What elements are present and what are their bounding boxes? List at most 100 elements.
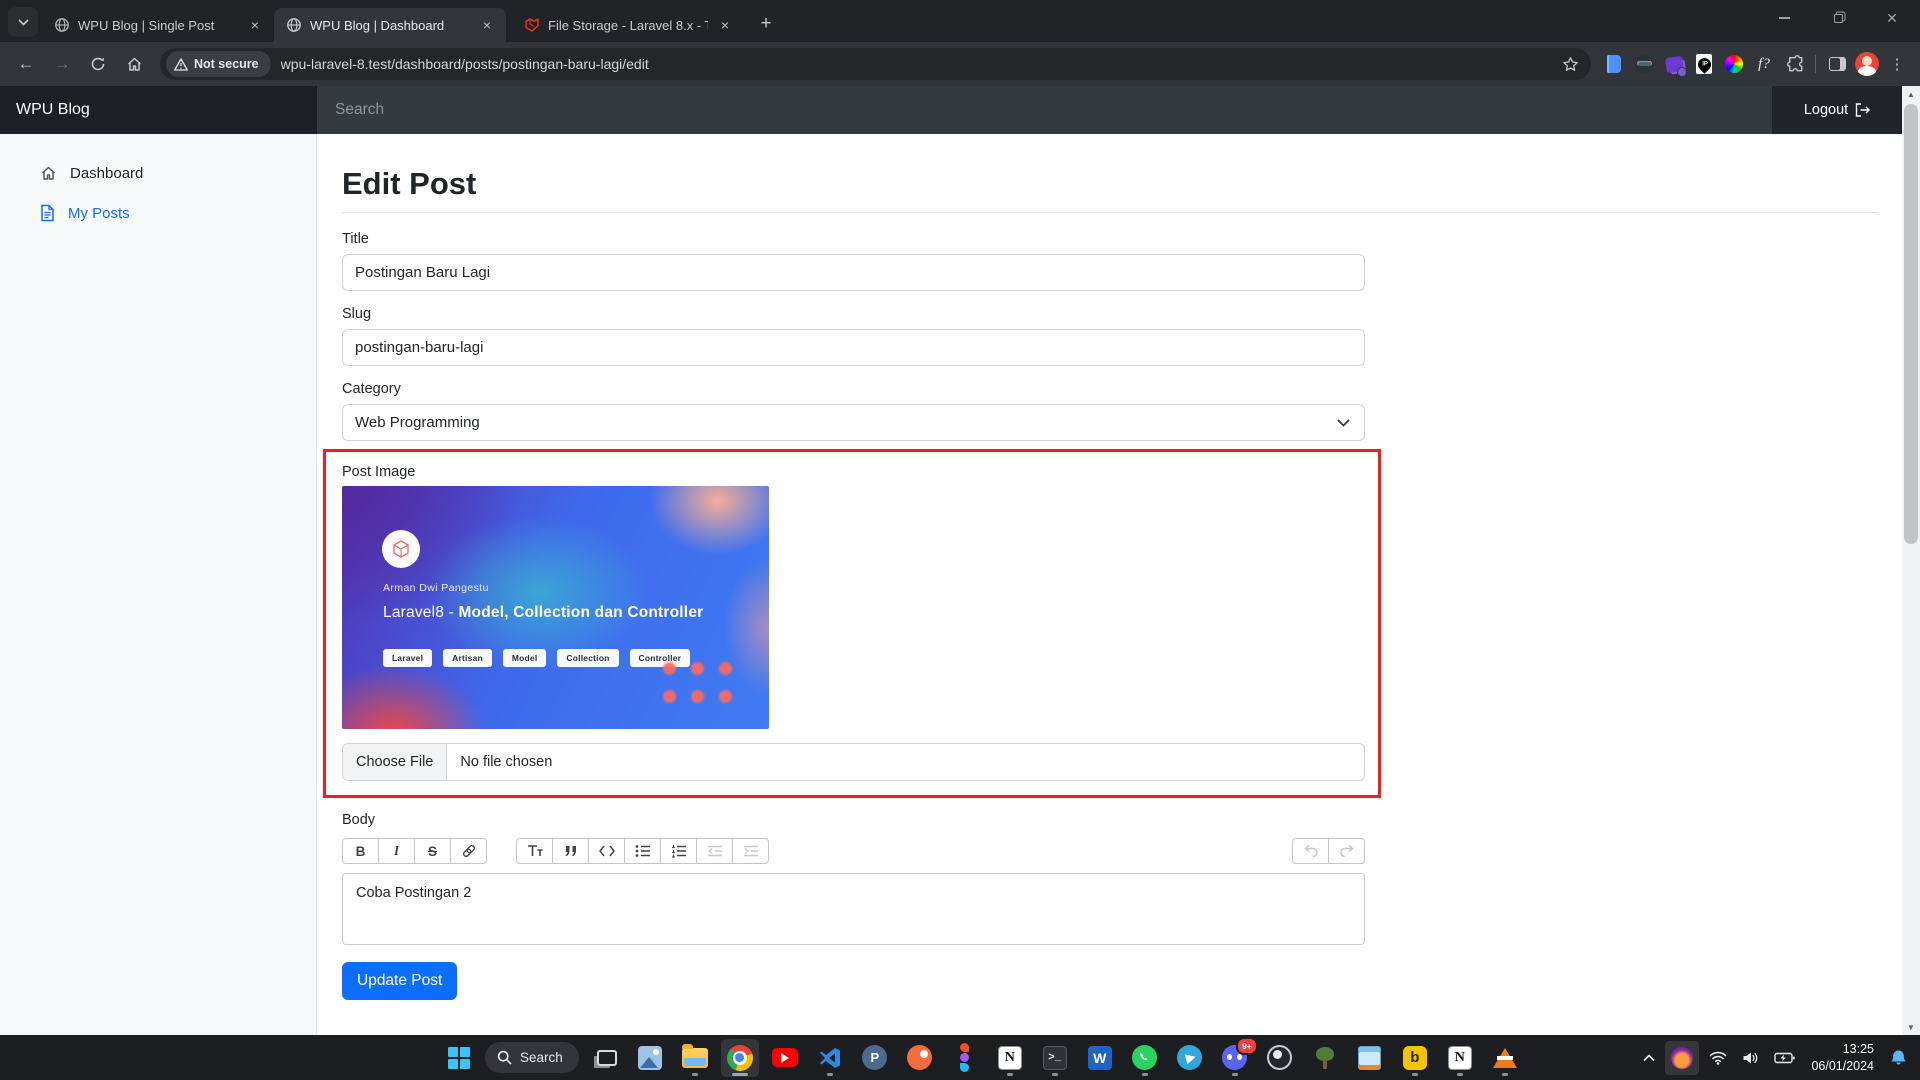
chevron-down-icon: [18, 19, 29, 26]
extension-color-wheel-button[interactable]: [1721, 51, 1747, 77]
new-tab-button[interactable]: +: [752, 10, 780, 38]
bullet-list-button[interactable]: [624, 838, 661, 864]
notepad-plus-button[interactable]: [1351, 1039, 1389, 1077]
tray-flame-app-button[interactable]: [1665, 1041, 1699, 1075]
taskbar-search-label: Search: [520, 1050, 563, 1065]
extension-spy-button[interactable]: [1631, 51, 1657, 77]
heading-button[interactable]: [516, 838, 553, 864]
sidebar-item-dashboard[interactable]: Dashboard: [0, 154, 316, 193]
window-minimize-button[interactable]: [1766, 4, 1802, 32]
battery-button[interactable]: [1769, 1041, 1800, 1075]
undo-button[interactable]: [1292, 838, 1329, 864]
extension-purple-boxes-button[interactable]: [1661, 51, 1687, 77]
tray-clock[interactable]: 13:25 06/01/2024: [1805, 1041, 1880, 1074]
window-close-button[interactable]: ✕: [1874, 4, 1910, 32]
photos-app-button[interactable]: [631, 1039, 669, 1077]
toolbar-divider: [1815, 55, 1816, 73]
vlc-button[interactable]: [1486, 1039, 1524, 1077]
bookmark-star-button[interactable]: [1562, 56, 1579, 73]
redo-button[interactable]: [1328, 838, 1365, 864]
chrome-button[interactable]: [721, 1039, 759, 1077]
telegram-button[interactable]: [1171, 1039, 1209, 1077]
link-button[interactable]: [450, 838, 487, 864]
slug-input[interactable]: [342, 329, 1365, 366]
tab-laravel-docs[interactable]: File Storage - Laravel 8.x - The P ×: [512, 8, 744, 42]
tab-close-icon[interactable]: ×: [478, 16, 496, 34]
code-button[interactable]: [588, 838, 625, 864]
search-input[interactable]: [335, 101, 735, 119]
quote-button[interactable]: [552, 838, 589, 864]
word-icon: W: [1088, 1046, 1112, 1070]
photos-icon: [638, 1046, 662, 1070]
address-bar[interactable]: Not secure wpu-laravel-8.test/dashboard/…: [160, 48, 1591, 80]
notion-second-button[interactable]: N: [1441, 1039, 1479, 1077]
profile-avatar-button[interactable]: [1854, 51, 1880, 77]
word-button[interactable]: W: [1081, 1039, 1119, 1077]
postman-button[interactable]: [901, 1039, 939, 1077]
globe-favicon-icon: [54, 17, 70, 33]
tray-overflow-button[interactable]: [1638, 1041, 1660, 1075]
scroll-up-arrow[interactable]: ▲: [1902, 86, 1920, 102]
security-chip[interactable]: Not secure: [166, 51, 271, 77]
wifi-button[interactable]: [1704, 1041, 1732, 1075]
extension-docs-button[interactable]: [1601, 51, 1627, 77]
volume-button[interactable]: [1737, 1041, 1764, 1075]
extension-whatfont-button[interactable]: f?: [1751, 51, 1777, 77]
tab-single-post[interactable]: WPU Blog | Single Post ×: [42, 8, 274, 42]
tab-close-icon[interactable]: ×: [246, 16, 264, 34]
tab-search-button[interactable]: [8, 7, 38, 37]
extension-ip-locator-button[interactable]: IP: [1691, 51, 1717, 77]
window-restore-button[interactable]: [1820, 4, 1856, 32]
strikethrough-button[interactable]: S: [414, 838, 451, 864]
byellow-app-button[interactable]: b: [1396, 1039, 1434, 1077]
bold-button[interactable]: B: [342, 838, 379, 864]
url-text[interactable]: wpu-laravel-8.test/dashboard/posts/posti…: [281, 56, 1562, 72]
image-file-input[interactable]: Choose File No file chosen: [342, 743, 1365, 781]
page-scrollbar[interactable]: ▲ ▼: [1902, 86, 1920, 1035]
battery-charging-icon: [1774, 1052, 1795, 1064]
back-button[interactable]: ←: [10, 48, 42, 80]
tree-app-button[interactable]: [1306, 1039, 1344, 1077]
italic-button[interactable]: I: [378, 838, 415, 864]
forward-button[interactable]: →: [46, 48, 78, 80]
update-post-button[interactable]: Update Post: [342, 962, 457, 1000]
home-button[interactable]: [118, 48, 150, 80]
file-explorer-button[interactable]: [676, 1039, 714, 1077]
avatar: [1855, 52, 1879, 76]
discord-notification-badge: 9+: [1236, 1037, 1258, 1055]
title-input[interactable]: [342, 254, 1365, 291]
discord-button[interactable]: 9+: [1216, 1039, 1254, 1077]
side-panel-button[interactable]: [1824, 51, 1850, 77]
indent-button[interactable]: [732, 838, 769, 864]
whatsapp-button[interactable]: [1126, 1039, 1164, 1077]
taskbar-search[interactable]: Search: [485, 1042, 579, 1073]
terminal-button[interactable]: >_: [1036, 1039, 1074, 1077]
youtube-button[interactable]: [766, 1039, 804, 1077]
brand[interactable]: WPU Blog: [0, 86, 317, 134]
figma-button[interactable]: [946, 1039, 984, 1077]
notion-icon: N: [1448, 1046, 1472, 1070]
browser-menu-button[interactable]: ⋮: [1884, 51, 1910, 77]
navbar-search: [317, 86, 735, 134]
notion-button[interactable]: N: [991, 1039, 1029, 1077]
task-view-button[interactable]: [586, 1039, 624, 1077]
scrollbar-thumb[interactable]: [1904, 104, 1918, 544]
logout-button[interactable]: Logout: [1772, 86, 1902, 134]
number-list-button[interactable]: [660, 838, 697, 864]
vscode-button[interactable]: [811, 1039, 849, 1077]
scroll-down-arrow[interactable]: ▼: [1902, 1019, 1920, 1035]
choose-file-button[interactable]: Choose File: [343, 744, 447, 780]
start-button[interactable]: [440, 1039, 478, 1077]
reload-button[interactable]: [82, 48, 114, 80]
obs-button[interactable]: [1261, 1039, 1299, 1077]
outdent-button[interactable]: [696, 838, 733, 864]
postgresql-button[interactable]: P: [856, 1039, 894, 1077]
tab-close-icon[interactable]: ×: [716, 16, 734, 34]
extensions-menu-button[interactable]: [1781, 51, 1807, 77]
tab-dashboard-active[interactable]: WPU Blog | Dashboard ×: [274, 8, 506, 42]
category-select[interactable]: Web Programming: [342, 404, 1365, 441]
sidebar-item-my-posts[interactable]: My Posts: [0, 193, 316, 233]
notifications-button[interactable]: [1885, 1041, 1912, 1075]
body-editor[interactable]: Coba Postingan 2: [342, 873, 1365, 945]
blue-book-icon: [1607, 55, 1621, 73]
